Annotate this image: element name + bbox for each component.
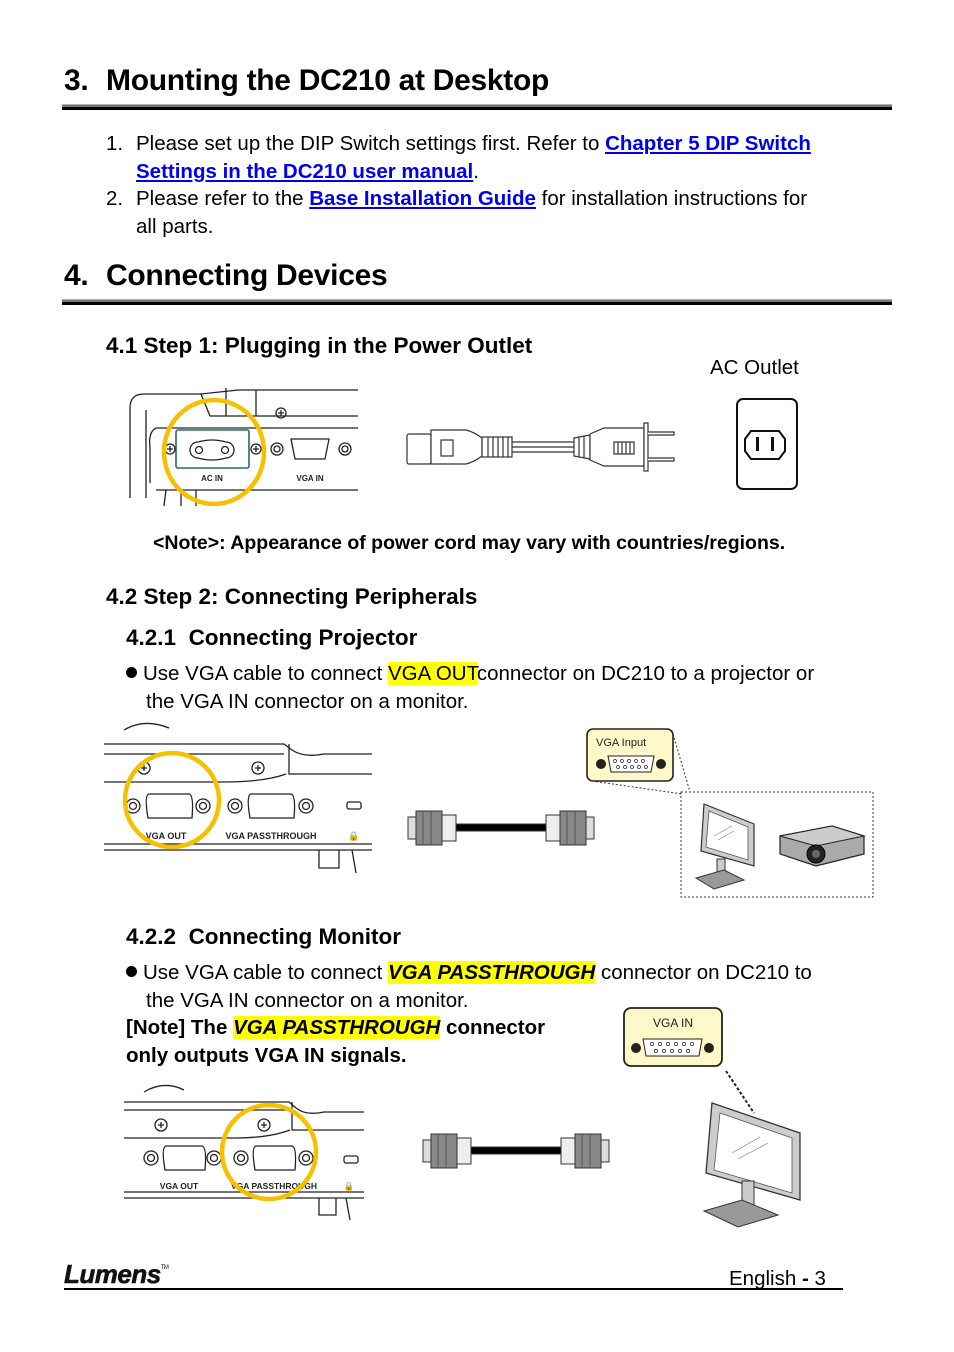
vga-passthrough-port-label: VGA PASSTHROUGH (225, 831, 316, 841)
language-label: English (729, 1267, 797, 1290)
list-text-end: . (473, 159, 479, 183)
vga-input-callout-label: VGA Input (596, 737, 646, 749)
separator: - (801, 1267, 809, 1290)
base-installation-guide-link[interactable]: Base Installation Guide (309, 187, 536, 210)
ac-in-port-label: AC IN (201, 474, 223, 483)
list-text-line2: all parts. (136, 214, 214, 238)
power-cord-illustration (406, 422, 675, 472)
instruction-text: Use VGA cable to connect (143, 961, 388, 984)
vga-cable-illustration (422, 1133, 610, 1169)
note-prefix: [Note] The (126, 1016, 234, 1039)
ac-outlet-icon (736, 398, 798, 490)
section-3-list: 1. Please set up the DIP Switch settings… (106, 130, 896, 240)
projector-target-illustration: VGA Input (586, 728, 874, 898)
trademark: TM (160, 1265, 169, 1271)
list-text: Please set up the DIP Switch settings fi… (136, 132, 606, 155)
projector-heading-number: 4.2.1 (126, 625, 177, 650)
section-3-rule (62, 104, 892, 110)
vga-input-callout: VGA Input (586, 728, 674, 782)
monitor-heading-title: Connecting Monitor (188, 924, 402, 949)
vga-in-port-label: VGA IN (296, 474, 323, 483)
link-text-line2[interactable]: Settings in the DC210 user manual (136, 160, 473, 183)
list-item: 1. Please set up the DIP Switch settings… (106, 130, 896, 185)
list-number: 2. (106, 187, 124, 210)
projector-heading-title: Connecting Projector (188, 625, 418, 650)
section-4-number: 4. (64, 259, 89, 292)
list-text: Please refer to the (136, 187, 310, 210)
power-cord-note: <Note>: Appearance of power cord may var… (153, 532, 786, 554)
step-2-heading: 4.2 Step 2: Connecting Peripherals (106, 584, 478, 609)
page-number: 3 (814, 1267, 826, 1290)
vga-in-callout: VGA IN (623, 1007, 723, 1067)
projector-instruction: Use VGA cable to connect VGA OUTconnecto… (126, 660, 896, 715)
instruction-text-cont: connector on DC210 to a projector or (476, 662, 815, 685)
section-4-title: Connecting Devices (106, 259, 388, 292)
logo-text: Lumens (64, 1259, 162, 1290)
footer-rule (64, 1288, 843, 1290)
vga-out-port-label: VGA OUT (146, 831, 187, 841)
bullet-icon (126, 966, 137, 977)
section-3-title: Mounting the DC210 at Desktop (106, 64, 549, 97)
vga-out-highlight: VGA OUT (388, 662, 477, 685)
ac-outlet-label: AC Outlet (710, 356, 799, 379)
section-4-rule (62, 299, 892, 305)
instruction-text: Use VGA cable to connect (143, 662, 388, 685)
bullet-icon (126, 667, 137, 678)
lumens-logo: LumensTM (64, 1259, 169, 1290)
link-text-line1[interactable]: Chapter 5 DIP Switch (605, 132, 811, 155)
dc210-power-port-illustration: AC IN VGA IN (129, 388, 358, 507)
step-1-heading: 4.1 Step 1: Plugging in the Power Outlet (106, 333, 533, 358)
list-number: 1. (106, 132, 124, 155)
list-text-after: for installation instructions for (535, 187, 808, 210)
instruction-text-cont: connector on DC210 to (595, 961, 812, 984)
instruction-text-line2: the VGA IN connector on a monitor. (146, 988, 469, 1012)
vga-in-callout-label: VGA IN (653, 1016, 693, 1030)
vga-out-port-label: VGA OUT (160, 1181, 199, 1191)
monitor-icon (702, 1102, 801, 1228)
note-highlight: VGA PASSTHROUGH (233, 1016, 441, 1039)
section-3-heading: 3. Mounting the DC210 at Desktop (64, 64, 549, 98)
vga-passthrough-highlight: VGA PASSTHROUGH (388, 961, 596, 984)
monitor-heading-number: 4.2.2 (126, 924, 177, 949)
projector-icon (779, 825, 866, 867)
note-suffix: connector (440, 1016, 546, 1039)
section-3-number: 3. (64, 64, 89, 97)
projector-heading: 4.2.1 Connecting Projector (126, 625, 417, 651)
note-line2: only outputs VGA IN signals. (126, 1043, 407, 1067)
lock-icon: 🔒 (344, 1181, 355, 1191)
lock-icon: 🔒 (348, 831, 359, 841)
vga-cable-illustration (407, 810, 595, 846)
section-4-heading: 4. Connecting Devices (64, 259, 388, 293)
monitor-icon (694, 803, 755, 890)
instruction-text-line2: the VGA IN connector on a monitor. (146, 689, 469, 713)
dc210-vga-passthrough-illustration: VGA OUT VGA PASSTHROUGH 🔒 (124, 1084, 364, 1221)
monitor-note: [Note] The VGA PASSTHROUGH connector onl… (126, 1014, 545, 1069)
monitor-target-illustration: VGA IN (623, 1007, 801, 1228)
list-item: 2. Please refer to the Base Installation… (106, 185, 896, 240)
dc210-vga-out-illustration: VGA OUT VGA PASSTHROUGH 🔒 (104, 722, 372, 874)
monitor-heading: 4.2.2 Connecting Monitor (126, 924, 401, 950)
